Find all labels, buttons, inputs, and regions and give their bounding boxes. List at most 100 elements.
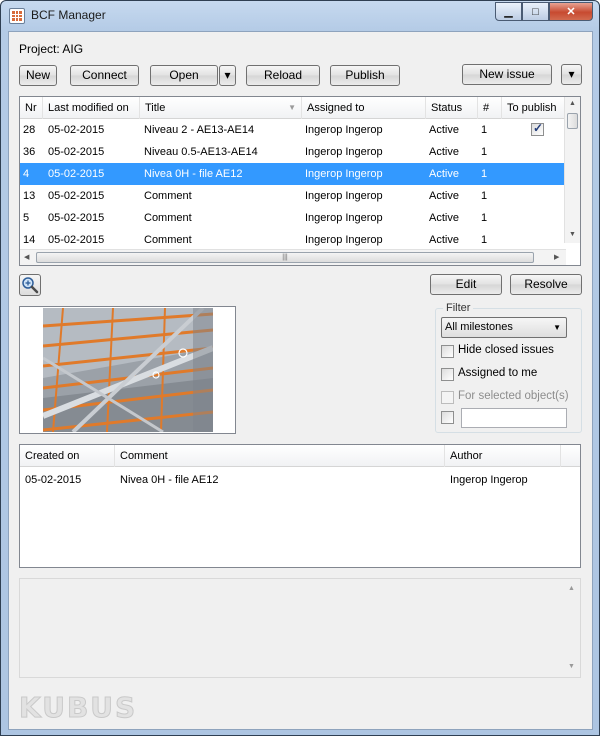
cell-count: 1 [481,212,488,224]
cell-title: Niveau 0.5-AE13-AE14 [144,146,258,158]
cell-count: 1 [481,234,488,246]
issue-row[interactable]: 4 05-02-2015 Nivea 0H - file AE12 Ingerop I… [20,163,566,185]
cell-status: Active [429,190,459,202]
maximize-button[interactable]: □ [522,2,549,21]
cell-last-modified: 05-02-2015 [48,212,105,224]
open-dropdown-button[interactable]: ▾ [219,65,236,86]
cell-title: Nivea 0H - file AE12 [144,168,243,180]
comment-row[interactable]: 05-02-2015 Nivea 0H - file AE12 Ingerop In… [20,469,566,491]
cell-nr: 4 [23,168,30,180]
assigned-to-me-checkbox[interactable] [441,368,454,381]
cell-last-modified: 05-02-2015 [48,124,105,136]
assigned-to-me-label[interactable]: Assigned to me [458,367,537,379]
cell-last-modified: 05-02-2015 [48,168,105,180]
detail-vertical-scrollbar[interactable]: ▲ ▼ [564,579,580,677]
cell-title: Niveau 2 - AE13-AE14 [144,124,255,136]
column-header-created-on[interactable]: Created on [20,445,115,467]
scroll-down-icon[interactable]: ▼ [569,231,576,238]
cell-nr: 36 [23,146,36,158]
cell-last-modified: 05-02-2015 [48,234,105,246]
cell-count: 1 [481,190,488,202]
column-header-comment[interactable]: Comment [115,445,445,467]
scroll-left-icon[interactable]: ◀ [24,253,29,261]
column-header-status[interactable]: Status [426,97,478,119]
more-options-button[interactable]: ▾ [561,64,582,85]
title-bar[interactable]: BCF Manager ▁ □ ✕ [1,1,599,31]
cell-nr: 13 [23,190,36,202]
open-button[interactable]: Open [150,65,218,86]
cell-status: Active [429,234,459,246]
scroll-down-icon[interactable]: ▼ [568,663,575,670]
scroll-up-icon[interactable]: ▲ [569,100,576,107]
issue-row[interactable]: 36 05-02-2015 Niveau 0.5-AE13-AE14 Ingerop … [20,141,566,163]
column-header-last-modified[interactable]: Last modified on [43,97,140,119]
sort-descending-icon: ▼ [288,103,296,112]
text-filter-input[interactable] [461,408,567,428]
cell-count: 1 [481,146,488,158]
cell-last-modified: 05-02-2015 [48,146,105,158]
kubus-logo: KUBUS [18,691,138,725]
close-button[interactable]: ✕ [549,2,593,21]
comments-grid[interactable]: Created on Comment Author 05-02-2015 Nive… [19,444,581,568]
app-grid-icon [9,8,25,24]
issue-row[interactable]: 13 05-02-2015 Comment Ingerop Ingerop Active… [20,185,566,207]
cell-status: Active [429,124,459,136]
model-snapshot-image [43,308,213,432]
cell-count: 1 [481,124,488,136]
text-filter-checkbox[interactable] [441,411,454,424]
milestone-dropdown[interactable]: All milestones ▼ [441,317,567,338]
comment-detail-area[interactable]: ▲ ▼ [19,578,581,678]
issues-horizontal-scrollbar[interactable]: ◀ ||| ▶ [20,249,566,265]
to-publish-checkbox[interactable] [531,121,544,136]
column-header-nr[interactable]: Nr [20,97,43,119]
cell-nr: 5 [23,212,30,224]
cell-last-modified: 05-02-2015 [48,190,105,202]
cell-assigned-to: Ingerop Ingerop [305,212,383,224]
issue-row[interactable]: 28 05-02-2015 Niveau 2 - AE13-AE14 Ingerop … [20,119,566,141]
new-button[interactable]: New [19,65,57,86]
connect-button[interactable]: Connect [70,65,139,86]
reload-button[interactable]: Reload [246,65,320,86]
for-selected-objects-label: For selected object(s) [458,390,569,402]
issues-vertical-scrollbar[interactable]: ▲ ▼ [564,97,580,243]
cell-comment: Nivea 0H - file AE12 [120,474,219,486]
column-header-title[interactable]: Title ▼ [140,97,302,119]
comments-grid-header: Created on Comment Author [20,445,580,467]
zoom-in-icon [22,277,39,294]
project-label: Project: AIG [19,42,84,56]
milestone-selected-value: All milestones [445,321,513,333]
publish-button[interactable]: Publish [330,65,400,86]
column-header-author[interactable]: Author [445,445,561,467]
column-header-title-label: Title [145,102,166,114]
cell-assigned-to: Ingerop Ingerop [305,168,383,180]
cell-count: 1 [481,168,488,180]
issue-snapshot-preview[interactable] [19,306,236,434]
cell-title: Comment [144,212,192,224]
hide-closed-issues-label[interactable]: Hide closed issues [458,344,554,356]
client-area: Project: AIG New Connect Open ▾ Reload P… [8,31,593,730]
hide-closed-issues-checkbox[interactable] [441,345,454,358]
zoom-button[interactable] [19,274,41,296]
cell-status: Active [429,212,459,224]
scroll-right-icon[interactable]: ▶ [554,253,559,261]
cell-author: Ingerop Ingerop [450,474,528,486]
column-header-count[interactable]: # [478,97,502,119]
issue-row[interactable]: 14 05-02-2015 Comment Ingerop Ingerop Active… [20,229,566,251]
cell-status: Active [429,146,459,158]
resolve-button[interactable]: Resolve [510,274,582,295]
cell-nr: 28 [23,124,36,136]
edit-button[interactable]: Edit [430,274,502,295]
scroll-thumb[interactable] [567,113,578,129]
for-selected-objects-checkbox[interactable] [441,391,454,404]
minimize-button[interactable]: ▁ [495,2,522,21]
horizontal-scroll-thumb[interactable]: ||| [36,252,534,263]
cell-assigned-to: Ingerop Ingerop [305,124,383,136]
column-header-assigned-to[interactable]: Assigned to [302,97,426,119]
issues-grid[interactable]: Nr Last modified on Title ▼ Assigned to … [19,96,581,266]
cell-assigned-to: Ingerop Ingerop [305,234,383,246]
issue-row[interactable]: 5 05-02-2015 Comment Ingerop Ingerop Active 1 [20,207,566,229]
new-issue-button[interactable]: New issue [462,64,552,85]
column-header-to-publish[interactable]: To publish [502,97,566,119]
cell-created-on: 05-02-2015 [25,474,82,486]
scroll-up-icon[interactable]: ▲ [568,585,575,592]
